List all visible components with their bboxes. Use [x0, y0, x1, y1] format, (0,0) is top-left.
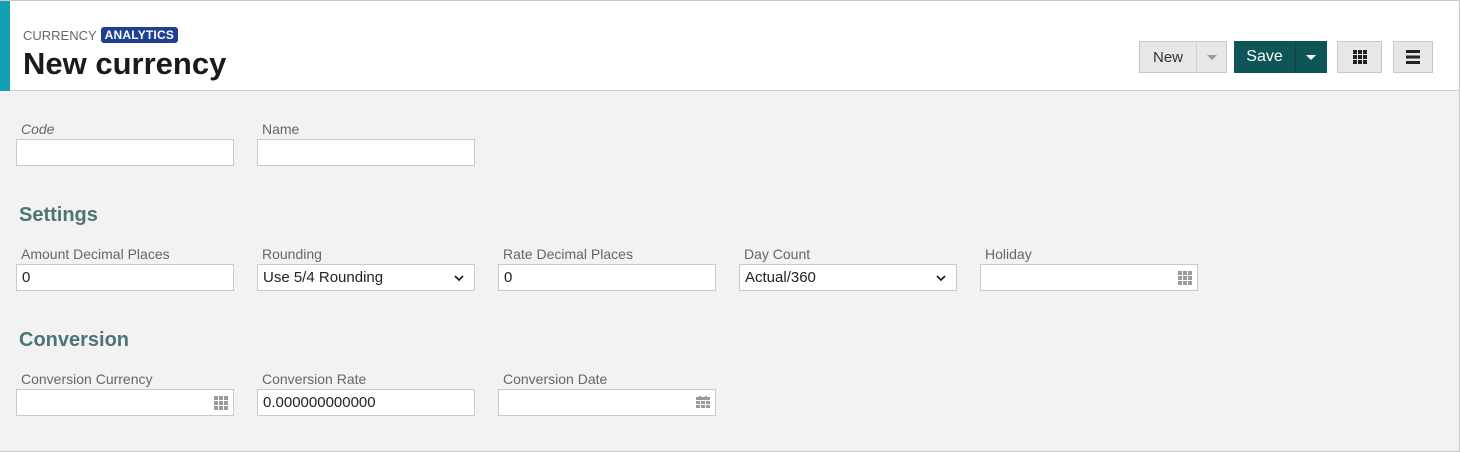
analytics-badge: ANALYTICS	[100, 27, 179, 43]
chevron-down-icon	[1306, 54, 1316, 60]
save-dropdown-button[interactable]	[1295, 41, 1327, 73]
day-count-select[interactable]: Actual/360	[739, 264, 957, 291]
page-title: New currency	[23, 46, 227, 81]
rate-decimal-places-label: Rate Decimal Places	[503, 246, 633, 262]
holiday-input[interactable]	[980, 264, 1198, 291]
rounding-select[interactable]: Use 5/4 Rounding	[257, 264, 475, 291]
rate-decimal-places-input[interactable]: 0	[498, 264, 716, 291]
amount-decimal-places-input[interactable]: 0	[16, 264, 234, 291]
form-body: Code Name Settings Amount Decimal Places…	[0, 91, 1460, 452]
calendar-icon[interactable]	[696, 396, 710, 410]
day-count-field: Day Count Actual/360	[739, 246, 957, 291]
name-input[interactable]	[257, 139, 475, 166]
conversion-date-input[interactable]	[498, 389, 716, 416]
save-button[interactable]: Save	[1234, 41, 1295, 73]
day-count-value: Actual/360	[745, 269, 816, 286]
holiday-label: Holiday	[985, 246, 1032, 262]
menu-button[interactable]	[1393, 41, 1433, 73]
new-dropdown-button[interactable]	[1196, 41, 1227, 73]
conversion-rate-input[interactable]: 0.000000000000	[257, 389, 475, 416]
new-button[interactable]: New	[1139, 41, 1196, 73]
save-button-group: Save	[1234, 41, 1327, 73]
conversion-currency-label: Conversion Currency	[21, 371, 153, 387]
form-header: CURRENCY ANALYTICS New currency New Save	[0, 0, 1460, 91]
name-field: Name	[257, 121, 475, 166]
grid-lookup-icon[interactable]	[214, 396, 228, 410]
holiday-field: Holiday	[980, 246, 1198, 291]
breadcrumb-model: CURRENCY	[23, 27, 97, 43]
new-button-group: New	[1139, 41, 1227, 73]
rate-decimal-places-field: Rate Decimal Places 0	[498, 246, 716, 291]
breadcrumb: CURRENCY ANALYTICS	[23, 27, 179, 43]
hamburger-menu-icon	[1406, 50, 1420, 64]
day-count-label: Day Count	[744, 246, 811, 262]
rounding-field: Rounding Use 5/4 Rounding	[257, 246, 475, 291]
name-label: Name	[262, 121, 300, 137]
chevron-down-icon	[1206, 54, 1217, 60]
chevron-down-icon	[936, 275, 946, 282]
grid-lookup-icon[interactable]	[1178, 271, 1192, 285]
chevron-down-icon	[454, 275, 464, 282]
code-field: Code	[16, 121, 234, 166]
rounding-value: Use 5/4 Rounding	[263, 269, 384, 286]
conversion-rate-field: Conversion Rate 0.000000000000	[257, 371, 475, 416]
settings-section-title: Settings	[19, 204, 98, 226]
conversion-currency-field: Conversion Currency	[16, 371, 234, 416]
amount-decimal-places-label: Amount Decimal Places	[21, 246, 170, 262]
grid-view-button[interactable]	[1337, 41, 1382, 73]
accent-bar	[0, 0, 10, 91]
code-input[interactable]	[16, 139, 234, 166]
conversion-date-field: Conversion Date	[498, 371, 716, 416]
grid-view-icon	[1352, 50, 1367, 64]
conversion-currency-input[interactable]	[16, 389, 234, 416]
conversion-rate-label: Conversion Rate	[262, 371, 367, 387]
conversion-date-label: Conversion Date	[503, 371, 608, 387]
amount-decimal-places-field: Amount Decimal Places 0	[16, 246, 234, 291]
rounding-label: Rounding	[262, 246, 322, 262]
code-label: Code	[21, 121, 55, 137]
conversion-section-title: Conversion	[19, 329, 130, 351]
